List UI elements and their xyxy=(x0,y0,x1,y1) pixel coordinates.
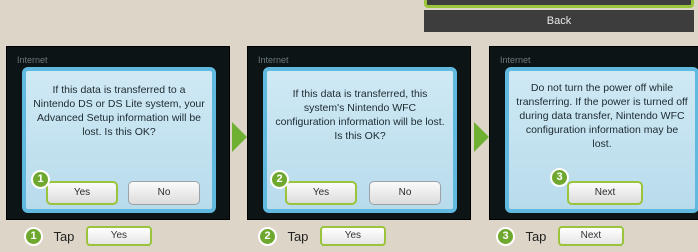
dialog-message: Do not turn the power off while transfer… xyxy=(516,82,688,150)
step-badge: 2 xyxy=(270,170,289,189)
instruction-step-1: 1 Tap Yes xyxy=(24,226,152,248)
warning-dialog: Do not turn the power off while transfer… xyxy=(505,67,698,213)
next-arrow-icon xyxy=(232,122,247,152)
dialog-message: If this data is transferred to a Nintend… xyxy=(33,84,205,138)
dialog-message: If this data is transferred, this system… xyxy=(275,88,445,142)
back-button[interactable]: Back xyxy=(424,10,694,32)
screen-panel-2: Internet If this data is transferred, th… xyxy=(247,46,471,220)
panel-title: Internet xyxy=(258,55,289,65)
no-button[interactable]: No xyxy=(369,181,441,205)
next-arrow-icon xyxy=(474,122,489,152)
top-menu: Back xyxy=(424,0,694,36)
tap-label: Tap xyxy=(53,228,75,244)
step-badge: 1 xyxy=(24,226,43,246)
confirm-dialog: If this data is transferred to a Nintend… xyxy=(22,67,216,213)
tap-label: Tap xyxy=(525,228,547,244)
panel-title: Internet xyxy=(500,55,531,65)
yes-button-icon: Yes xyxy=(85,226,152,246)
step-badge: 3 xyxy=(550,168,569,187)
instruction-step-2: 2 Tap Yes xyxy=(258,226,386,248)
yes-button-icon: Yes xyxy=(319,226,386,246)
yes-button[interactable]: Yes xyxy=(46,181,118,205)
yes-button[interactable]: Yes xyxy=(285,181,357,205)
next-button[interactable]: Next xyxy=(567,181,643,205)
no-button[interactable]: No xyxy=(128,181,200,205)
confirm-dialog: If this data is transferred, this system… xyxy=(263,67,457,213)
screen-panel-3: Internet Do not turn the power off while… xyxy=(489,46,698,220)
tap-label: Tap xyxy=(287,228,309,244)
step-badge: 3 xyxy=(496,226,515,246)
next-button-icon: Next xyxy=(557,226,624,246)
menu-item-highlighted[interactable] xyxy=(424,0,694,8)
screen-panel-1: Internet If this data is transferred to … xyxy=(6,46,230,220)
instruction-step-3: 3 Tap Next xyxy=(496,226,624,248)
panel-title: Internet xyxy=(17,55,48,65)
step-badge: 1 xyxy=(31,170,50,189)
step-badge: 2 xyxy=(258,226,277,246)
